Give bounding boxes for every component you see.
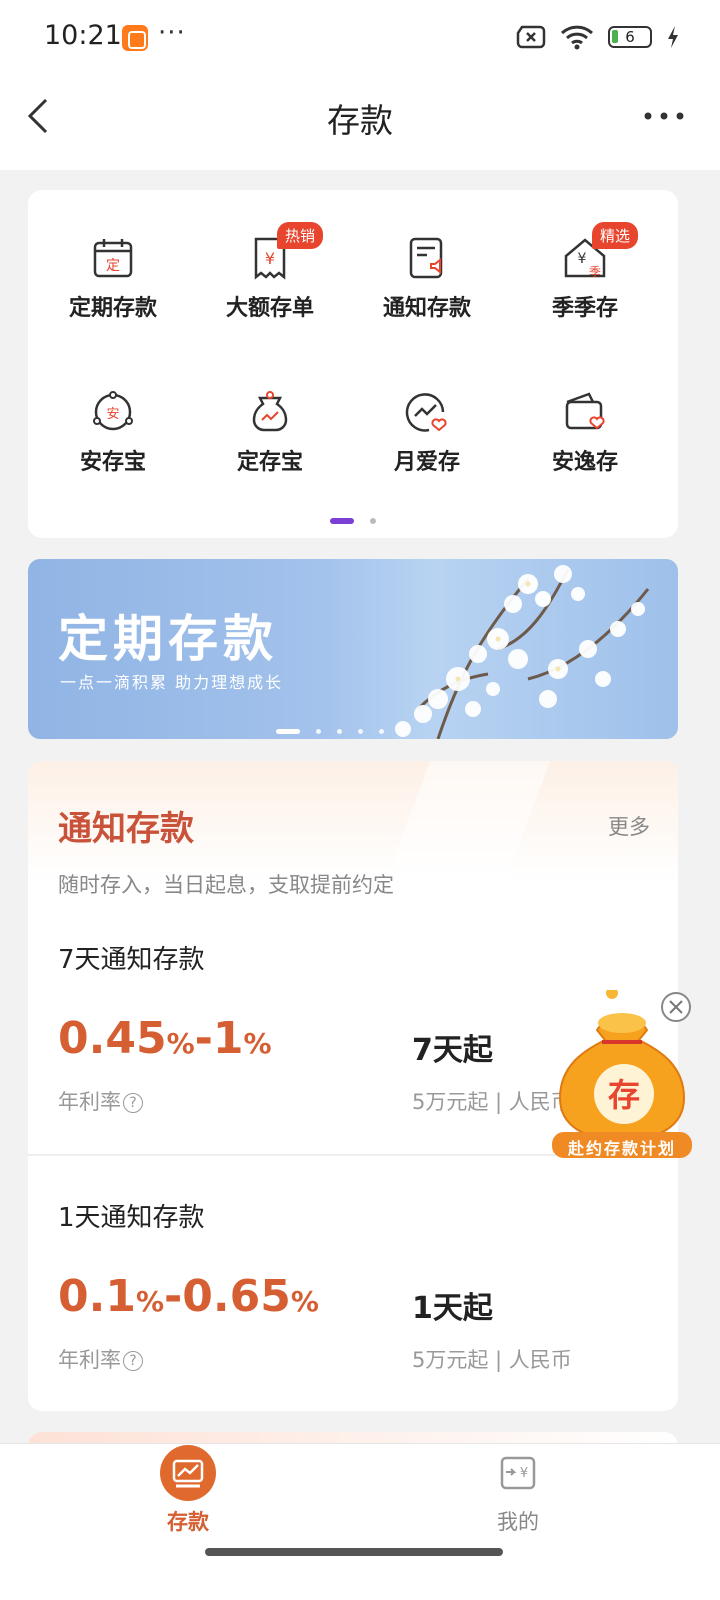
charging-icon — [668, 26, 678, 48]
pager-dot-active — [330, 517, 354, 524]
promo-bag-char: 存 — [608, 1076, 640, 1114]
grid-label: 定存宝 — [236, 450, 303, 475]
pager-dot — [379, 729, 384, 734]
mine-tab-icon: ¥ — [500, 1456, 536, 1490]
wifi-icon — [560, 25, 594, 50]
rate-label: 年利率? — [58, 1086, 143, 1116]
pager-dot — [316, 729, 321, 734]
status-time: 10:21 — [44, 20, 122, 51]
tab-label: 存款 — [167, 1510, 209, 1534]
grid-pager — [28, 510, 678, 529]
rate-label-text: 年利率 — [58, 1348, 121, 1372]
term: 7天起 — [412, 1033, 493, 1068]
grid-label: 大额存单 — [225, 296, 314, 321]
rate-low: 0.1 — [58, 1271, 136, 1322]
help-icon[interactable]: ? — [123, 1351, 143, 1371]
help-icon[interactable]: ? — [123, 1093, 143, 1113]
rate-low: 0.45 — [58, 1013, 167, 1064]
grid-item-fixed-deposit[interactable]: 定 定期存款 — [34, 236, 192, 322]
rate-label: 年利率? — [58, 1344, 143, 1374]
pager-dot-active — [276, 729, 300, 734]
pager-dot — [358, 729, 363, 734]
bottom-tab-bar: 存款 ¥ 我的 — [0, 1443, 720, 1600]
more-icon[interactable] — [644, 102, 684, 130]
banner-subtitle: 一点一滴积累 助力理想成长 — [60, 673, 284, 692]
svg-text:¥: ¥ — [265, 249, 275, 268]
app-notification-icon — [122, 25, 148, 51]
sim-x-icon — [516, 25, 546, 49]
pager-dot — [370, 517, 376, 524]
status-more-indicator: ··· — [158, 18, 186, 48]
grid-label: 季季存 — [551, 296, 618, 321]
money-bag-icon — [252, 391, 288, 432]
featured-badge: 精选 — [592, 222, 639, 249]
grid-label: 安存宝 — [79, 450, 146, 475]
svg-text:¥: ¥ — [578, 251, 587, 267]
product-name: 7天通知存款 — [58, 945, 205, 975]
wallet-heart-icon — [565, 392, 605, 430]
grid-item-ding-cun-bao[interactable]: 定存宝 — [191, 390, 349, 476]
grid-label: 通知存款 — [382, 296, 471, 321]
battery-level: 6 — [625, 28, 635, 46]
trend-heart-icon — [405, 393, 447, 432]
svg-text:安: 安 — [106, 407, 119, 422]
calendar-deposit-icon: 定 — [93, 239, 133, 278]
grid-label: 定期存款 — [68, 296, 157, 321]
hot-badge: 热销 — [277, 222, 324, 249]
term-note: 5万元起 | 人民币 — [412, 1348, 572, 1372]
close-icon[interactable] — [660, 991, 692, 1023]
pager-dot — [337, 729, 342, 734]
tab-deposit[interactable]: 存款 — [98, 1444, 278, 1536]
rate-range: 0.1%-0.65% — [58, 1271, 319, 1322]
svg-text:季: 季 — [589, 265, 601, 279]
product-grid-card: 定 定期存款 热销 ¥ 大额存单 通知存款 精选 ¥ 季 季季存 安 安存宝 定… — [28, 190, 678, 538]
grid-label: 安逸存 — [551, 450, 618, 475]
svg-text:定: 定 — [106, 258, 120, 274]
tab-mine[interactable]: ¥ 我的 — [428, 1444, 608, 1536]
grid-label: 月爱存 — [393, 450, 460, 475]
term: 1天起 — [412, 1291, 493, 1326]
banner-pager — [276, 721, 384, 739]
rate-high: 1 — [212, 1013, 244, 1064]
home-indicator[interactable] — [205, 1548, 503, 1556]
grid-item-notice-deposit[interactable]: 通知存款 — [348, 236, 506, 322]
grid-item-seasonal[interactable]: 精选 ¥ 季 季季存 — [506, 222, 664, 322]
svg-text:¥: ¥ — [520, 1466, 528, 1481]
status-bar: 10:21 ··· 6 — [0, 0, 720, 80]
rate-range: 0.45%-1% — [58, 1013, 272, 1064]
more-link[interactable]: 更多 — [608, 811, 650, 841]
term-note: 5万元起 | 人民币 — [412, 1090, 572, 1114]
tab-label: 我的 — [497, 1510, 539, 1534]
rate-label-text: 年利率 — [58, 1090, 121, 1114]
rate-high: 0.65 — [182, 1271, 291, 1322]
nav-bar: 存款 — [0, 80, 720, 170]
grid-item-an-yi-cun[interactable]: 安逸存 — [506, 390, 664, 476]
section-title: 通知存款 — [58, 809, 194, 849]
battery-icon: 6 — [608, 26, 652, 48]
banner-title: 定期存款 — [58, 609, 278, 668]
promo-banner[interactable]: 定期存款 一点一滴积累 助力理想成长 — [28, 559, 678, 739]
grid-item-yue-ai-cun[interactable]: 月爱存 — [348, 390, 506, 476]
blossom-illustration — [395, 565, 650, 739]
safe-circle-icon: 安 — [93, 391, 133, 431]
page-title: 存款 — [327, 101, 393, 140]
section-description: 随时存入，当日起息，支取提前约定 — [58, 873, 394, 897]
product-name: 1天通知存款 — [58, 1203, 205, 1233]
deposit-tab-icon — [160, 1445, 216, 1501]
notice-doc-icon — [409, 237, 443, 279]
grid-item-an-cun-bao[interactable]: 安 安存宝 — [34, 390, 192, 476]
status-icons: 6 — [516, 24, 680, 50]
grid-item-large-cd[interactable]: 热销 ¥ 大额存单 — [191, 222, 349, 322]
promo-ribbon: 赴约存款计划 — [567, 1139, 676, 1158]
